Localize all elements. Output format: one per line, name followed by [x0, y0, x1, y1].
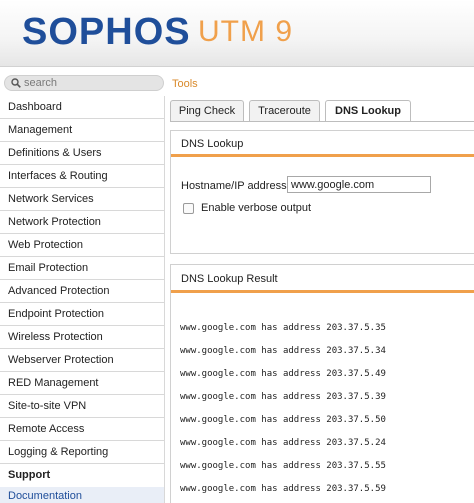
sidebar-item-red-management[interactable]: RED Management: [0, 372, 164, 395]
sidebar-item-definitions-users[interactable]: Definitions & Users: [0, 142, 164, 165]
search-icon: [11, 78, 21, 88]
tab-baseline: [170, 121, 474, 122]
result-line: www.google.com has address 203.37.5.55: [180, 461, 386, 471]
hostname-input[interactable]: [287, 176, 431, 193]
verbose-checkbox[interactable]: [183, 203, 194, 214]
sidebar-item-webserver-protection[interactable]: Webserver Protection: [0, 349, 164, 372]
app-header: SOPHOS UTM 9: [0, 0, 474, 67]
sidebar-item-endpoint-protection[interactable]: Endpoint Protection: [0, 303, 164, 326]
sidebar-item-network-protection[interactable]: Network Protection: [0, 211, 164, 234]
dns-lookup-title: DNS Lookup: [171, 131, 474, 157]
tab-dns-lookup[interactable]: DNS Lookup: [325, 100, 411, 122]
hostname-label: Hostname/IP address:: [181, 180, 290, 192]
result-line: www.google.com has address 203.37.5.34: [180, 346, 386, 356]
dns-result-title: DNS Lookup Result: [171, 265, 474, 293]
result-line: www.google.com has address 203.37.5.35: [180, 323, 386, 333]
sidebar-item-support[interactable]: Support: [0, 464, 164, 487]
result-line: www.google.com has address 203.37.5.59: [180, 484, 386, 494]
sidebar-item-interfaces-routing[interactable]: Interfaces & Routing: [0, 165, 164, 188]
sidebar-item-web-protection[interactable]: Web Protection: [0, 234, 164, 257]
result-line: www.google.com has address 203.37.5.49: [180, 369, 386, 379]
search-input[interactable]: search: [4, 75, 164, 91]
sidebar-subitem-documentation[interactable]: Documentation: [0, 487, 164, 503]
sidebar-item-email-protection[interactable]: Email Protection: [0, 257, 164, 280]
breadcrumb: Tools: [172, 78, 198, 90]
sidebar-item-remote-access[interactable]: Remote Access: [0, 418, 164, 441]
sidebar-item-advanced-protection[interactable]: Advanced Protection: [0, 280, 164, 303]
sidebar-item-logging-reporting[interactable]: Logging & Reporting: [0, 441, 164, 464]
sidebar-item-site-to-site-vpn[interactable]: Site-to-site VPN: [0, 395, 164, 418]
search-placeholder: search: [24, 77, 58, 89]
sidebar-divider: [164, 96, 165, 503]
tab-ping-check[interactable]: Ping Check: [170, 100, 244, 122]
sidebar-item-wireless-protection[interactable]: Wireless Protection: [0, 326, 164, 349]
sidebar-item-dashboard[interactable]: Dashboard: [0, 96, 164, 119]
sidebar-item-management[interactable]: Management: [0, 119, 164, 142]
result-line: www.google.com has address 203.37.5.24: [180, 438, 386, 448]
verbose-label: Enable verbose output: [201, 202, 312, 214]
product-name: UTM 9: [198, 15, 293, 48]
result-list: www.google.com has address 203.37.5.35 w…: [171, 293, 474, 503]
result-line: www.google.com has address 203.37.5.50: [180, 415, 386, 425]
sidebar-item-network-services[interactable]: Network Services: [0, 188, 164, 211]
sidebar-nav: Dashboard Management Definitions & Users…: [0, 96, 164, 503]
dns-lookup-panel: DNS Lookup Hostname/IP address: Enable v…: [170, 130, 474, 254]
tab-traceroute[interactable]: Traceroute: [249, 100, 320, 122]
dns-result-panel: DNS Lookup Result www.google.com has add…: [170, 264, 474, 503]
result-line: www.google.com has address 203.37.5.39: [180, 392, 386, 402]
sophos-logo: SOPHOS: [22, 11, 191, 53]
